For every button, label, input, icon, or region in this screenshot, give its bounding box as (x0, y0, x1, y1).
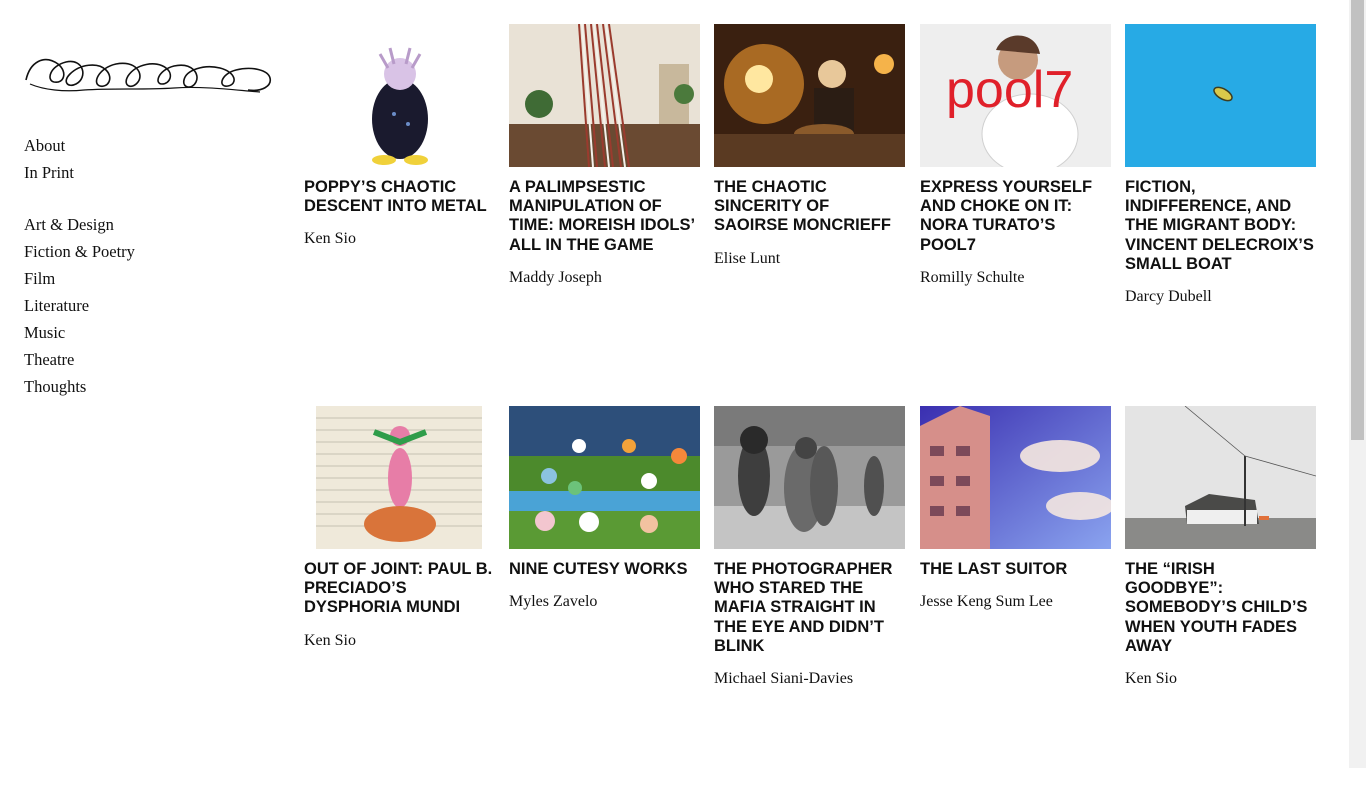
article-title[interactable]: OUT OF JOINT: PAUL B. PRECIADO’S DYSPHOR… (304, 560, 495, 618)
coastal-house-photo[interactable] (1125, 406, 1316, 549)
article-author[interactable]: Romilly Schulte (920, 269, 1111, 287)
article-card[interactable]: NINE CUTESY WORKS Myles Zavelo (509, 406, 700, 611)
article-card[interactable]: THE LAST SUITOR Jesse Keng Sum Lee (920, 406, 1111, 611)
nav-theatre-link[interactable]: Theatre (24, 346, 284, 373)
candlelit-guitarist-photo[interactable] (714, 24, 905, 167)
illustrated-figure-image[interactable] (304, 24, 495, 167)
article-title[interactable]: THE CHAOTIC SINCERITY OF SAOIRSE MONCRIE… (714, 178, 905, 236)
article-author[interactable]: Ken Sio (1125, 670, 1316, 688)
boat-on-sea-photo[interactable] (1125, 24, 1316, 167)
article-card[interactable]: OUT OF JOINT: PAUL B. PRECIADO’S DYSPHOR… (304, 406, 495, 650)
article-card[interactable]: THE PHOTOGRAPHER WHO STARED THE MAFIA ST… (714, 406, 905, 688)
article-title[interactable]: POPPY’S CHAOTIC DESCENT INTO METAL (304, 178, 495, 216)
nav-fiction-poetry-link[interactable]: Fiction & Poetry (24, 238, 284, 265)
article-card[interactable]: THE CHAOTIC SINCERITY OF SAOIRSE MONCRIE… (714, 24, 905, 268)
notebook-drawing-image[interactable] (304, 406, 495, 549)
nav-art-design-link[interactable]: Art & Design (24, 211, 284, 238)
pool7-cover-photo[interactable]: pool7 (920, 24, 1111, 167)
nav-about-link[interactable]: About (24, 132, 284, 159)
article-card[interactable]: A PALIMPSESTIC MANIPULATION OF TIME: MOR… (509, 24, 700, 287)
article-card[interactable]: POPPY’S CHAOTIC DESCENT INTO METAL Ken S… (304, 24, 495, 248)
section-nav: Art & Design Fiction & Poetry Film Liter… (24, 211, 284, 400)
pool7-cover-text: pool7 (946, 61, 1074, 119)
primary-nav: About In Print (24, 132, 284, 186)
article-author[interactable]: Ken Sio (304, 632, 495, 650)
beach-crowd-bw-photo[interactable] (714, 406, 905, 549)
nav-literature-link[interactable]: Literature (24, 292, 284, 319)
article-grid: POPPY’S CHAOTIC DESCENT INTO METAL Ken S… (304, 24, 1324, 788)
toy-animals-photo[interactable] (509, 406, 700, 549)
article-author[interactable]: Elise Lunt (714, 250, 905, 268)
article-author[interactable]: Myles Zavelo (509, 593, 700, 611)
article-card[interactable]: THE “IRISH GOODBYE”: SOMEBODY’S CHILD’S … (1125, 406, 1316, 688)
article-row: OUT OF JOINT: PAUL B. PRECIADO’S DYSPHOR… (304, 406, 1324, 788)
article-title[interactable]: THE LAST SUITOR (920, 560, 1111, 579)
article-card[interactable]: FICTION, INDIFFERENCE, AND THE MIGRANT B… (1125, 24, 1316, 306)
article-author[interactable]: Michael Siani-Davies (714, 670, 905, 688)
article-author[interactable]: Ken Sio (304, 230, 495, 248)
nav-film-link[interactable]: Film (24, 265, 284, 292)
site-logo[interactable] (24, 44, 274, 96)
article-row: POPPY’S CHAOTIC DESCENT INTO METAL Ken S… (304, 24, 1324, 406)
article-author[interactable]: Darcy Dubell (1125, 288, 1316, 306)
sidebar: About In Print Art & Design Fiction & Po… (24, 44, 284, 400)
article-title[interactable]: THE “IRISH GOODBYE”: SOMEBODY’S CHILD’S … (1125, 560, 1316, 656)
article-title[interactable]: FICTION, INDIFFERENCE, AND THE MIGRANT B… (1125, 178, 1316, 274)
article-title[interactable]: EXPRESS YOURSELF AND CHOKE ON IT: NORA T… (920, 178, 1111, 255)
nav-in-print-link[interactable]: In Print (24, 159, 284, 186)
article-author[interactable]: Jesse Keng Sum Lee (920, 593, 1111, 611)
scrollbar-thumb[interactable] (1351, 0, 1364, 440)
article-card[interactable]: pool7 EXPRESS YOURSELF AND CHOKE ON IT: … (920, 24, 1111, 287)
article-title[interactable]: A PALIMPSESTIC MANIPULATION OF TIME: MOR… (509, 178, 700, 255)
page-scrollbar[interactable] (1349, 0, 1366, 768)
article-author[interactable]: Maddy Joseph (509, 269, 700, 287)
room-interior-photo[interactable] (509, 24, 700, 167)
building-sky-photo[interactable] (920, 406, 1111, 549)
article-title[interactable]: NINE CUTESY WORKS (509, 560, 700, 579)
article-title[interactable]: THE PHOTOGRAPHER WHO STARED THE MAFIA ST… (714, 560, 905, 656)
nav-thoughts-link[interactable]: Thoughts (24, 373, 284, 400)
nav-music-link[interactable]: Music (24, 319, 284, 346)
